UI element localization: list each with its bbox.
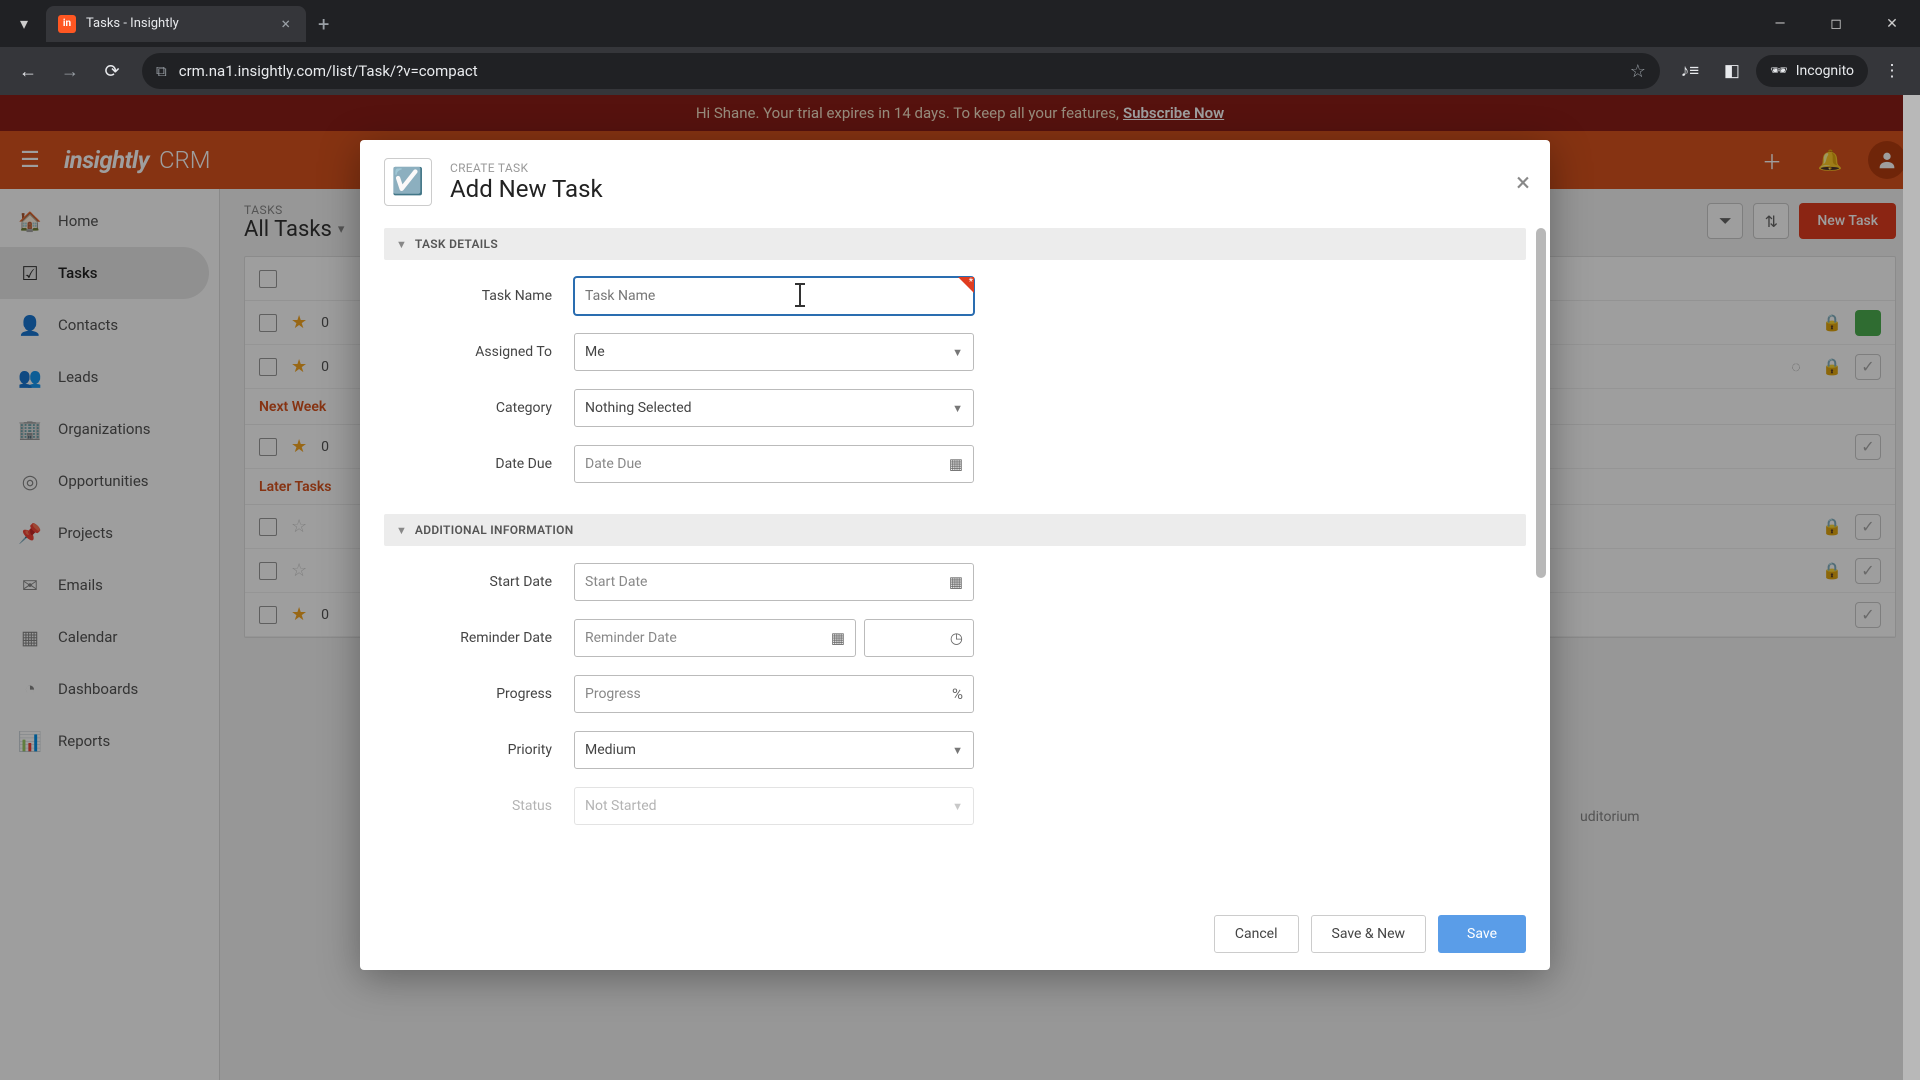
start-date-input[interactable]: Start Date ▦ bbox=[574, 563, 974, 601]
add-task-modal: ☑️ CREATE TASK Add New Task × ▼ TASK DET… bbox=[360, 140, 1550, 970]
calendar-icon[interactable]: ▦ bbox=[831, 629, 845, 647]
modal-title: Add New Task bbox=[450, 175, 603, 203]
cancel-button[interactable]: Cancel bbox=[1214, 915, 1299, 953]
placeholder: Date Due bbox=[585, 456, 642, 472]
percent-icon: % bbox=[952, 685, 963, 703]
modal-footer: Cancel Save & New Save bbox=[360, 898, 1550, 970]
task-icon: ☑️ bbox=[384, 158, 432, 206]
window-maximize-button[interactable]: ◻ bbox=[1808, 0, 1864, 47]
page-scrollbar[interactable] bbox=[1903, 95, 1920, 1080]
placeholder: Reminder Date bbox=[585, 630, 677, 646]
select-value: Me bbox=[585, 344, 605, 360]
address-bar[interactable]: ⧉ crm.na1.insightly.com/list/Task/?v=com… bbox=[142, 53, 1660, 89]
placeholder: Start Date bbox=[585, 574, 647, 590]
required-indicator bbox=[958, 277, 974, 293]
chevron-down-icon: ▼ bbox=[952, 402, 963, 415]
status-select[interactable]: Not Started ▼ bbox=[574, 787, 974, 825]
back-button[interactable]: ← bbox=[10, 53, 46, 89]
modal-body: ▼ TASK DETAILS Task Name Assigned To bbox=[360, 224, 1550, 898]
forward-button[interactable]: → bbox=[52, 53, 88, 89]
reminder-time-input[interactable]: ◷ bbox=[864, 619, 974, 657]
section-title: TASK DETAILS bbox=[415, 237, 498, 251]
label-assigned-to: Assigned To bbox=[384, 344, 574, 360]
chevron-down-icon: ▼ bbox=[396, 238, 407, 251]
date-due-input[interactable]: Date Due ▦ bbox=[574, 445, 974, 483]
bookmark-star-icon[interactable]: ☆ bbox=[1630, 61, 1646, 82]
incognito-indicator[interactable]: 🕶 Incognito bbox=[1756, 55, 1868, 87]
chevron-down-icon: ▼ bbox=[952, 346, 963, 359]
browser-toolbar: ← → ⟳ ⧉ crm.na1.insightly.com/list/Task/… bbox=[0, 47, 1920, 95]
label-priority: Priority bbox=[384, 742, 574, 758]
reload-button[interactable]: ⟳ bbox=[94, 53, 130, 89]
label-date-due: Date Due bbox=[384, 456, 574, 472]
tab-title: Tasks - Insightly bbox=[86, 16, 277, 31]
chevron-down-icon: ▼ bbox=[396, 524, 407, 537]
category-select[interactable]: Nothing Selected ▼ bbox=[574, 389, 974, 427]
scrollbar-thumb[interactable] bbox=[1903, 95, 1920, 1080]
label-status: Status bbox=[384, 798, 574, 814]
browser-menu-icon[interactable]: ⋮ bbox=[1874, 53, 1910, 89]
reminder-date-input[interactable]: Reminder Date ▦ bbox=[574, 619, 856, 657]
section-additional-info[interactable]: ▼ ADDITIONAL INFORMATION bbox=[384, 514, 1526, 546]
window-minimize-button[interactable]: — bbox=[1752, 0, 1808, 47]
select-value: Not Started bbox=[585, 798, 657, 814]
modal-eyebrow: CREATE TASK bbox=[450, 161, 603, 175]
favicon-insightly: in bbox=[58, 15, 76, 33]
url-text: crm.na1.insightly.com/list/Task/?v=compa… bbox=[179, 62, 1618, 80]
browser-tab[interactable]: in Tasks - Insightly × bbox=[46, 6, 306, 42]
assigned-to-select[interactable]: Me ▼ bbox=[574, 333, 974, 371]
label-reminder-date: Reminder Date bbox=[384, 630, 574, 646]
close-tab-icon[interactable]: × bbox=[277, 14, 294, 33]
label-start-date: Start Date bbox=[384, 574, 574, 590]
label-task-name: Task Name bbox=[384, 288, 574, 304]
site-info-icon[interactable]: ⧉ bbox=[156, 62, 167, 80]
priority-select[interactable]: Medium ▼ bbox=[574, 731, 974, 769]
calendar-icon[interactable]: ▦ bbox=[949, 573, 963, 591]
window-controls: — ◻ ✕ bbox=[1752, 0, 1920, 47]
calendar-icon[interactable]: ▦ bbox=[949, 455, 963, 473]
placeholder: Progress bbox=[585, 686, 641, 702]
side-panel-icon[interactable]: ◧ bbox=[1714, 53, 1750, 89]
clock-icon[interactable]: ◷ bbox=[950, 629, 963, 647]
chevron-down-icon: ▼ bbox=[952, 800, 963, 813]
incognito-label: Incognito bbox=[1796, 63, 1854, 79]
task-name-input[interactable] bbox=[574, 277, 974, 315]
incognito-icon: 🕶 bbox=[1770, 63, 1788, 79]
chevron-down-icon: ▼ bbox=[952, 744, 963, 757]
browser-tab-strip: ▾ in Tasks - Insightly × + — ◻ ✕ bbox=[0, 0, 1920, 47]
select-value: Nothing Selected bbox=[585, 400, 692, 416]
new-tab-button[interactable]: + bbox=[306, 12, 341, 36]
label-category: Category bbox=[384, 400, 574, 416]
modal-scrollbar[interactable] bbox=[1536, 228, 1546, 578]
save-button[interactable]: Save bbox=[1438, 915, 1526, 953]
modal-header: ☑️ CREATE TASK Add New Task × bbox=[360, 140, 1550, 224]
progress-input[interactable]: Progress % bbox=[574, 675, 974, 713]
section-title: ADDITIONAL INFORMATION bbox=[415, 523, 574, 537]
select-value: Medium bbox=[585, 742, 636, 758]
save-and-new-button[interactable]: Save & New bbox=[1311, 915, 1427, 953]
section-task-details[interactable]: ▼ TASK DETAILS bbox=[384, 228, 1526, 260]
close-icon[interactable]: × bbox=[1516, 170, 1530, 196]
label-progress: Progress bbox=[384, 686, 574, 702]
media-controls-icon[interactable]: ♪≡ bbox=[1672, 53, 1708, 89]
window-close-button[interactable]: ✕ bbox=[1864, 0, 1920, 47]
tab-list-dropdown[interactable]: ▾ bbox=[4, 6, 44, 42]
